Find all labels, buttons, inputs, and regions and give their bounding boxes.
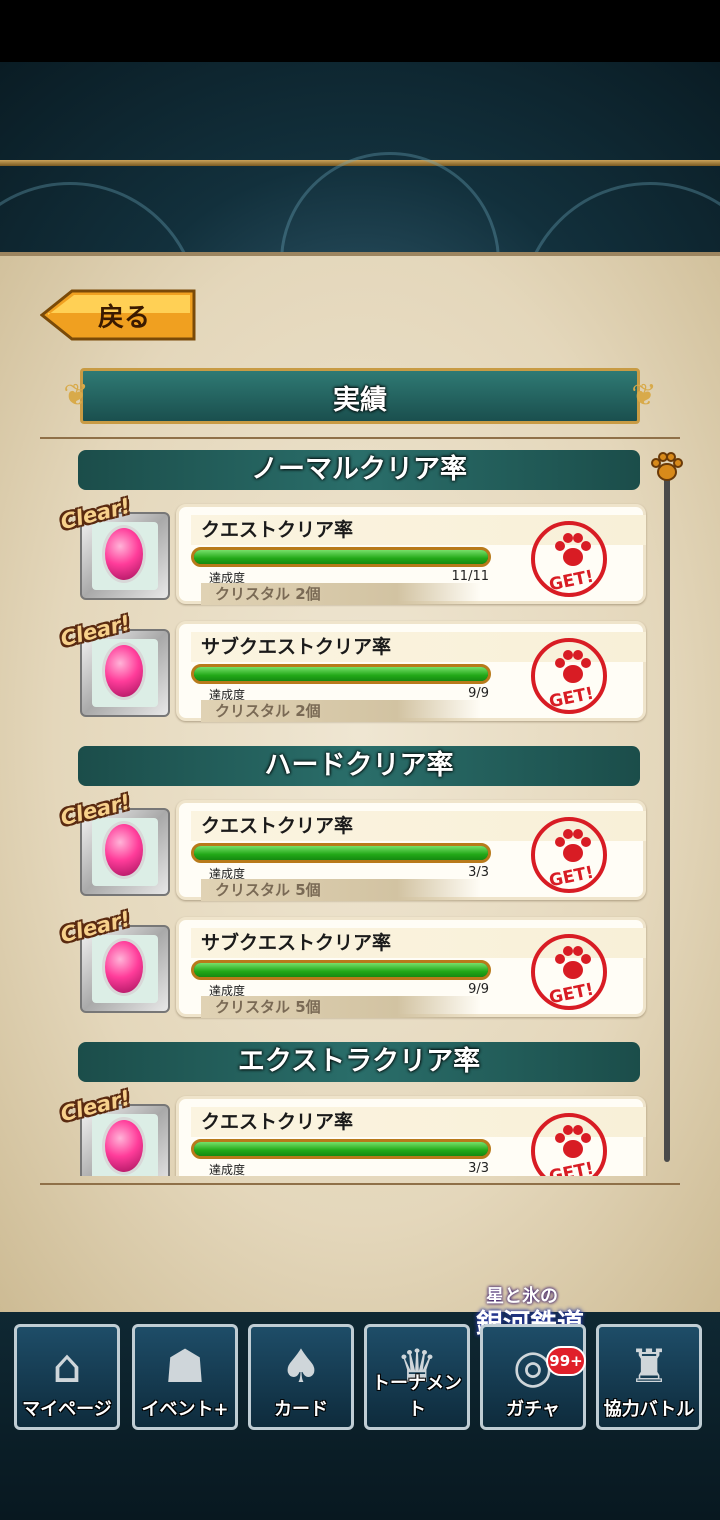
progress-count: 9/9	[468, 686, 489, 701]
cat-icon: ☗	[164, 1339, 206, 1393]
crystal-gem-icon	[102, 1117, 146, 1175]
achievement-item: Clear! クエストクリア率 達成度 11/11 クリスタル 2個 GET!	[58, 494, 648, 605]
achievement-card: クエストクリア率 達成度 3/3 GET!	[176, 1096, 646, 1176]
back-button[interactable]: 戻る	[40, 289, 198, 341]
castle-icon: ♜	[628, 1339, 670, 1393]
section-title: ノーマルクリア率	[251, 454, 467, 485]
get-stamp-label: GET!	[547, 566, 596, 596]
paw-icon	[555, 1125, 591, 1158]
reward-text: クリスタル 2個	[201, 700, 481, 722]
page-title: 実績	[333, 385, 387, 416]
get-stamp[interactable]: GET!	[531, 817, 607, 893]
page-title-banner: ❦ ❦ 実績	[58, 368, 662, 424]
decor-arc	[280, 152, 500, 262]
progress-count: 3/3	[468, 865, 489, 880]
progress-count: 11/11	[451, 569, 489, 584]
reward-text: クリスタル 2個	[201, 583, 481, 605]
progress-fill	[194, 846, 488, 860]
back-button-label: 戻る	[98, 303, 151, 333]
status-bar	[0, 0, 720, 62]
top-decoration	[0, 62, 720, 262]
top-divider	[40, 437, 680, 439]
achievement-card: サブクエストクリア率 達成度 9/9 クリスタル 2個 GET!	[176, 621, 646, 722]
nav-coop-battle[interactable]: ♜ 協力バトル	[596, 1324, 702, 1430]
get-stamp[interactable]: GET!	[531, 934, 607, 1010]
get-stamp[interactable]: GET!	[531, 521, 607, 597]
reward-text: クリスタル 5個	[201, 996, 481, 1018]
progress-fill	[194, 1142, 488, 1156]
progress-bar	[191, 960, 491, 980]
achievement-item: Clear! クエストクリア率 達成度 3/3 クリスタル 5個 GET!	[58, 790, 648, 901]
crystal-gem-icon	[102, 821, 146, 879]
section-header-normal: ノーマルクリア率	[78, 450, 640, 490]
nav-mypage[interactable]: ⌂ マイページ	[14, 1324, 120, 1430]
nav-gacha[interactable]: ◎ ガチャ	[480, 1324, 586, 1430]
gacha-count-badge: 99+	[546, 1346, 586, 1376]
achievement-list[interactable]: ノーマルクリア率 Clear! クエストクリア率 達成度 11/11 クリスタル…	[40, 440, 660, 1176]
progress-fill	[194, 550, 488, 564]
crystal-gem-icon	[102, 642, 146, 700]
get-stamp-label: GET!	[547, 979, 596, 1009]
nav-label: カード	[274, 1399, 328, 1420]
progress-count: 9/9	[468, 982, 489, 997]
section-header-hard: ハードクリア率	[78, 746, 640, 786]
bottom-divider	[40, 1183, 680, 1185]
get-stamp-label: GET!	[547, 1158, 596, 1176]
reward-text: クリスタル 5個	[201, 879, 481, 901]
progress-bar	[191, 547, 491, 567]
nav-card[interactable]: ♠ カード	[248, 1324, 354, 1430]
get-stamp-label: GET!	[547, 683, 596, 713]
crystal-gem-icon	[102, 525, 146, 583]
progress-label: 達成度	[209, 1163, 246, 1176]
nav-label: マイページ	[22, 1399, 112, 1420]
nav-event[interactable]: ☗ イベント+	[132, 1324, 238, 1430]
decor-arc	[520, 182, 720, 262]
progress-bar	[191, 1139, 491, 1159]
progress-fill	[194, 667, 488, 681]
decor-arc	[0, 182, 200, 262]
achievement-card: クエストクリア率 達成度 11/11 クリスタル 2個 GET!	[176, 504, 646, 605]
get-stamp[interactable]: GET!	[531, 638, 607, 714]
section-header-extra: エクストラクリア率	[78, 1042, 640, 1082]
nav-label: ガチャ	[506, 1399, 560, 1420]
nav-label: トーナメント	[372, 1373, 462, 1420]
house-icon: ⌂	[52, 1339, 82, 1393]
get-stamp-label: GET!	[547, 862, 596, 892]
paw-icon	[555, 829, 591, 862]
paw-icon	[555, 946, 591, 979]
section-title: ハードクリア率	[264, 750, 454, 781]
progress-bar	[191, 843, 491, 863]
paw-icon	[555, 650, 591, 683]
nav-label: イベント+	[141, 1399, 229, 1420]
achievement-item: Clear! サブクエストクリア率 達成度 9/9 クリスタル 5個 GET!	[58, 907, 648, 1018]
nav-tournament[interactable]: ♛ トーナメント	[364, 1324, 470, 1430]
achievement-item: Clear! サブクエストクリア率 達成度 9/9 クリスタル 2個 GET!	[58, 611, 648, 722]
progress-fill	[194, 963, 488, 977]
crystal-gem-icon	[102, 938, 146, 996]
achievement-card: クエストクリア率 達成度 3/3 クリスタル 5個 GET!	[176, 800, 646, 901]
progress-count: 3/3	[468, 1161, 489, 1176]
achievement-item: Clear! クエストクリア率 達成度 3/3 GET!	[58, 1086, 648, 1176]
nav-label: 協力バトル	[603, 1399, 695, 1420]
achievement-card: サブクエストクリア率 達成度 9/9 クリスタル 5個 GET!	[176, 917, 646, 1018]
section-title: エクストラクリア率	[237, 1046, 481, 1077]
progress-bar	[191, 664, 491, 684]
paw-icon	[555, 533, 591, 566]
list-scrollbar[interactable]	[664, 470, 670, 1162]
cards-icon: ♠	[280, 1339, 322, 1393]
